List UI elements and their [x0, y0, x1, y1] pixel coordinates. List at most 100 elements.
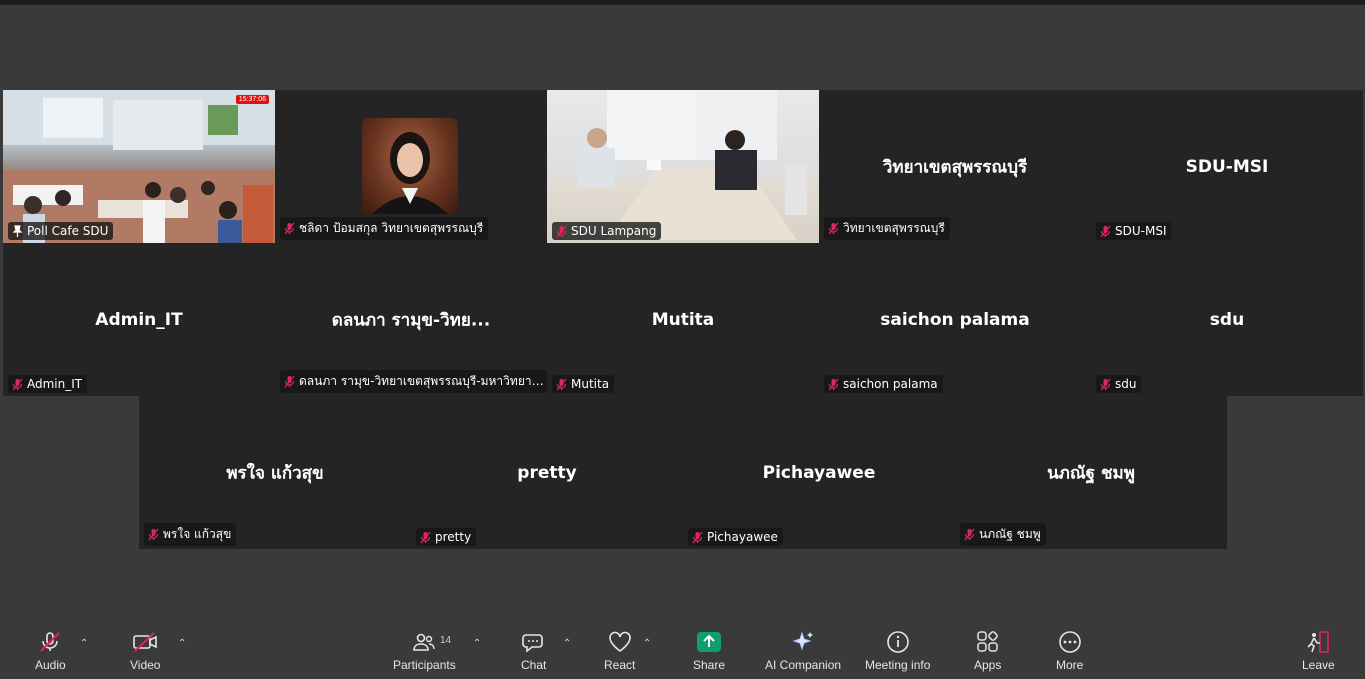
participant-name: SDU Lampang	[571, 224, 657, 238]
video-tile-napanat[interactable]: นภณัฐ ชมพู นภณัฐ ชมพู	[955, 396, 1227, 549]
video-tile-pretty[interactable]: pretty pretty	[411, 396, 683, 549]
video-tile-sdu-lampang[interactable]: SDU Lampang	[547, 90, 819, 243]
participant-display-name: Mutita	[651, 309, 715, 330]
participant-name-label: Admin_IT	[8, 375, 88, 393]
chat-button[interactable]: Chat	[521, 630, 546, 672]
video-options-chevron-icon[interactable]: ⌃	[178, 638, 186, 649]
participant-photo	[362, 118, 458, 214]
participants-label: Participants	[393, 658, 456, 672]
leave-button[interactable]: Leave	[1302, 630, 1335, 672]
participant-display-name: sdu	[1209, 309, 1245, 330]
meeting-room-image	[577, 90, 807, 240]
video-off-icon	[133, 632, 158, 652]
muted-mic-icon	[556, 225, 567, 237]
participant-name-label: ดลนภา รามุข-วิทยาเขตสุพรรณบุรี-มหาวิทยาล…	[280, 370, 547, 393]
react-label: React	[604, 658, 636, 672]
more-label: More	[1056, 658, 1084, 672]
participant-name-label: SDU Lampang	[552, 222, 662, 240]
apps-icon	[976, 631, 998, 652]
participant-display-name: Admin_IT	[95, 309, 183, 330]
participant-name: พรใจ แก้วสุข	[163, 527, 232, 541]
more-button[interactable]: More	[1056, 630, 1083, 672]
participant-display-name: นภณัฐ ชมพู	[1047, 463, 1135, 483]
share-screen-icon	[697, 632, 722, 652]
video-label: Video	[130, 658, 161, 672]
chat-options-chevron-icon[interactable]: ⌃	[563, 638, 571, 649]
react-options-chevron-icon[interactable]: ⌃	[643, 638, 651, 649]
meeting-info-label: Meeting info	[865, 658, 931, 672]
apps-label: Apps	[974, 658, 1002, 672]
video-tile-admin-it[interactable]: Admin_IT Admin_IT	[3, 243, 275, 396]
participant-name: วิทยาเขตสุพรรณบุรี	[843, 221, 945, 235]
muted-mic-icon	[1100, 225, 1111, 237]
muted-mic-icon	[148, 528, 159, 541]
video-tile-saichon[interactable]: saichon palama saichon palama	[819, 243, 1091, 396]
participant-name-label: sdu	[1096, 375, 1142, 393]
ai-companion-button[interactable]: AI Companion	[765, 630, 841, 672]
muted-mic-icon	[12, 378, 23, 390]
audio-options-chevron-icon[interactable]: ⌃	[80, 638, 88, 649]
cafe-scene-image	[3, 90, 275, 243]
video-tile-donnapa[interactable]: ดลนภา รามุข-วิทย... ดลนภา รามุข-วิทยาเขต…	[275, 243, 547, 396]
participant-name: Mutita	[571, 377, 610, 391]
share-label: Share	[693, 658, 726, 672]
muted-mic-icon	[692, 531, 703, 543]
leave-label: Leave	[1302, 658, 1335, 672]
muted-mic-icon	[828, 378, 839, 390]
video-feed	[3, 90, 275, 243]
participant-name: นภณัฐ ชมพู	[979, 527, 1041, 541]
video-tile-suphanburi[interactable]: วิทยาเขตสุพรรณบุรี วิทยาเขตสุพรรณบุรี	[819, 90, 1091, 243]
participant-name: sdu	[1115, 377, 1137, 391]
participant-display-name: พรใจ แก้วสุข	[226, 463, 324, 483]
video-tile-sdu-msi[interactable]: SDU-MSI SDU-MSI	[1091, 90, 1363, 243]
participant-name-label: ชลิดา ป้อมสกุล วิทยาเขตสุพรรณบุรี	[280, 217, 489, 240]
leave-door-icon	[1307, 631, 1330, 653]
info-icon	[886, 631, 909, 653]
audio-button[interactable]: Audio	[35, 630, 66, 672]
participants-options-chevron-icon[interactable]: ⌃	[473, 638, 481, 649]
video-button[interactable]: Video	[130, 630, 160, 672]
share-button[interactable]: Share	[693, 630, 725, 672]
apps-button[interactable]: Apps	[974, 630, 1001, 672]
muted-mic-icon	[556, 378, 567, 390]
audio-label: Audio	[35, 658, 66, 672]
participant-name: Pichayawee	[707, 530, 778, 544]
muted-mic-icon	[284, 222, 295, 235]
video-tile-pornjai[interactable]: พรใจ แก้วสุข พรใจ แก้วสุข	[139, 396, 411, 549]
participant-display-name: ดลนภา รามุข-วิทย...	[331, 310, 491, 330]
participant-name: Poll Cafe SDU	[27, 224, 109, 238]
participant-name: saichon palama	[843, 377, 938, 391]
muted-mic-icon	[40, 632, 61, 652]
pin-icon	[12, 224, 23, 237]
participant-name-label: Poll Cafe SDU	[8, 222, 114, 240]
video-tile-chalida[interactable]: ชลิดา ป้อมสกุล วิทยาเขตสุพรรณบุรี	[275, 90, 547, 243]
participant-display-name: Pichayawee	[762, 462, 876, 483]
participant-display-name: SDU-MSI	[1185, 156, 1269, 177]
more-icon	[1058, 631, 1081, 653]
video-tile-poll-cafe[interactable]: 15:37:06 Poll Cafe SDU	[3, 90, 275, 243]
participant-display-name: วิทยาเขตสุพรรณบุรี	[882, 157, 1028, 177]
chat-label: Chat	[521, 658, 547, 672]
meeting-info-button[interactable]: Meeting info	[865, 630, 930, 672]
participant-name: Admin_IT	[27, 377, 83, 391]
participant-name-label: พรใจ แก้วสุข	[144, 523, 237, 546]
participants-icon	[413, 633, 436, 651]
participant-display-name: pretty	[517, 462, 577, 483]
ai-companion-label: AI Companion	[765, 658, 842, 672]
participant-name: SDU-MSI	[1115, 224, 1167, 238]
video-tile-mutita[interactable]: Mutita Mutita	[547, 243, 819, 396]
participant-name-label: saichon palama	[824, 375, 943, 393]
video-tile-sdu[interactable]: sdu sdu	[1091, 243, 1363, 396]
muted-mic-icon	[1100, 378, 1111, 390]
heart-icon	[608, 631, 631, 652]
muted-mic-icon	[284, 375, 295, 388]
participant-name-label: Pichayawee	[688, 528, 783, 546]
video-feed	[547, 90, 819, 243]
chat-icon	[521, 634, 543, 653]
participant-name-label: SDU-MSI	[1096, 222, 1172, 240]
muted-mic-icon	[828, 222, 839, 235]
participant-name-label: Mutita	[552, 375, 615, 393]
participant-name: ดลนภา รามุข-วิทยาเขตสุพรรณบุรี-มหาวิทยาล…	[299, 374, 545, 388]
video-tile-pichayawee[interactable]: Pichayawee Pichayawee	[683, 396, 955, 549]
react-button[interactable]: React	[604, 630, 635, 672]
